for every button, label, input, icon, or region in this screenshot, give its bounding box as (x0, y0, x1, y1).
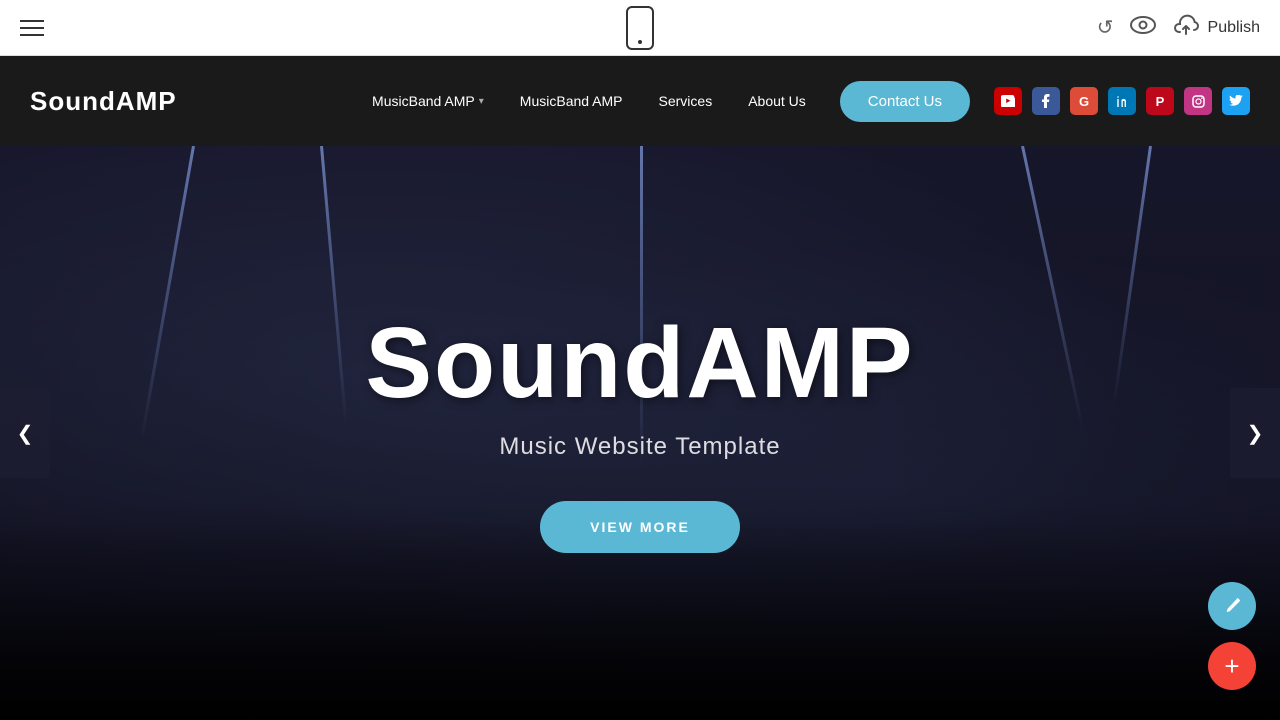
dropdown-arrow-1: ▾ (479, 96, 484, 107)
stage-light-2 (320, 146, 347, 425)
nav-item-musicband-1[interactable]: MusicBand AMP ▾ (358, 85, 498, 117)
hero-arrow-right[interactable]: ❯ (1230, 388, 1280, 478)
eye-icon[interactable] (1130, 16, 1156, 40)
toolbar-right: ↺ Publish (1097, 14, 1260, 42)
phone-dot (638, 40, 642, 44)
instagram-icon[interactable] (1184, 87, 1212, 115)
google-icon[interactable]: G (1070, 87, 1098, 115)
toolbar-left (20, 20, 44, 36)
stage-light-4 (1021, 146, 1084, 430)
stage-light-1 (140, 146, 195, 442)
publish-button[interactable]: Publish (1172, 14, 1260, 42)
hero-section: ❮ SoundAMP Music Website Template VIEW M… (0, 146, 1280, 720)
add-fab-button[interactable]: + (1208, 642, 1256, 690)
hero-content: SoundAMP Music Website Template VIEW MOR… (365, 313, 914, 553)
view-more-button[interactable]: VIEW MORE (540, 501, 740, 553)
facebook-icon[interactable] (1032, 87, 1060, 115)
nav-item-musicband-2[interactable]: MusicBand AMP (506, 85, 637, 117)
twitter-icon[interactable] (1222, 87, 1250, 115)
site-nav: SoundAMP MusicBand AMP ▾ MusicBand AMP S… (0, 56, 1280, 146)
hamburger-icon[interactable] (20, 20, 44, 36)
toolbar: ↺ Publish (0, 0, 1280, 56)
hero-arrow-left[interactable]: ❮ (0, 388, 50, 478)
edit-fab-button[interactable] (1208, 582, 1256, 630)
youtube-icon[interactable] (994, 87, 1022, 115)
nav-item-services[interactable]: Services (645, 85, 727, 117)
undo-icon[interactable]: ↺ (1097, 15, 1114, 40)
phone-icon[interactable] (626, 6, 654, 50)
contact-button[interactable]: Contact Us (840, 81, 970, 122)
pinterest-icon[interactable]: P (1146, 87, 1174, 115)
site-logo: SoundAMP (30, 86, 177, 117)
nav-item-about[interactable]: About Us (734, 85, 820, 117)
publish-label: Publish (1208, 19, 1260, 37)
nav-links: MusicBand AMP ▾ MusicBand AMP Services A… (358, 85, 820, 117)
hero-subtitle: Music Website Template (365, 433, 914, 461)
fab-container: + (1208, 582, 1256, 690)
stage-light-5 (1113, 146, 1152, 404)
toolbar-center (626, 6, 654, 50)
social-icons: G P (994, 87, 1250, 115)
cloud-upload-icon (1172, 14, 1200, 42)
hero-title: SoundAMP (365, 313, 914, 413)
linkedin-icon[interactable] (1108, 87, 1136, 115)
